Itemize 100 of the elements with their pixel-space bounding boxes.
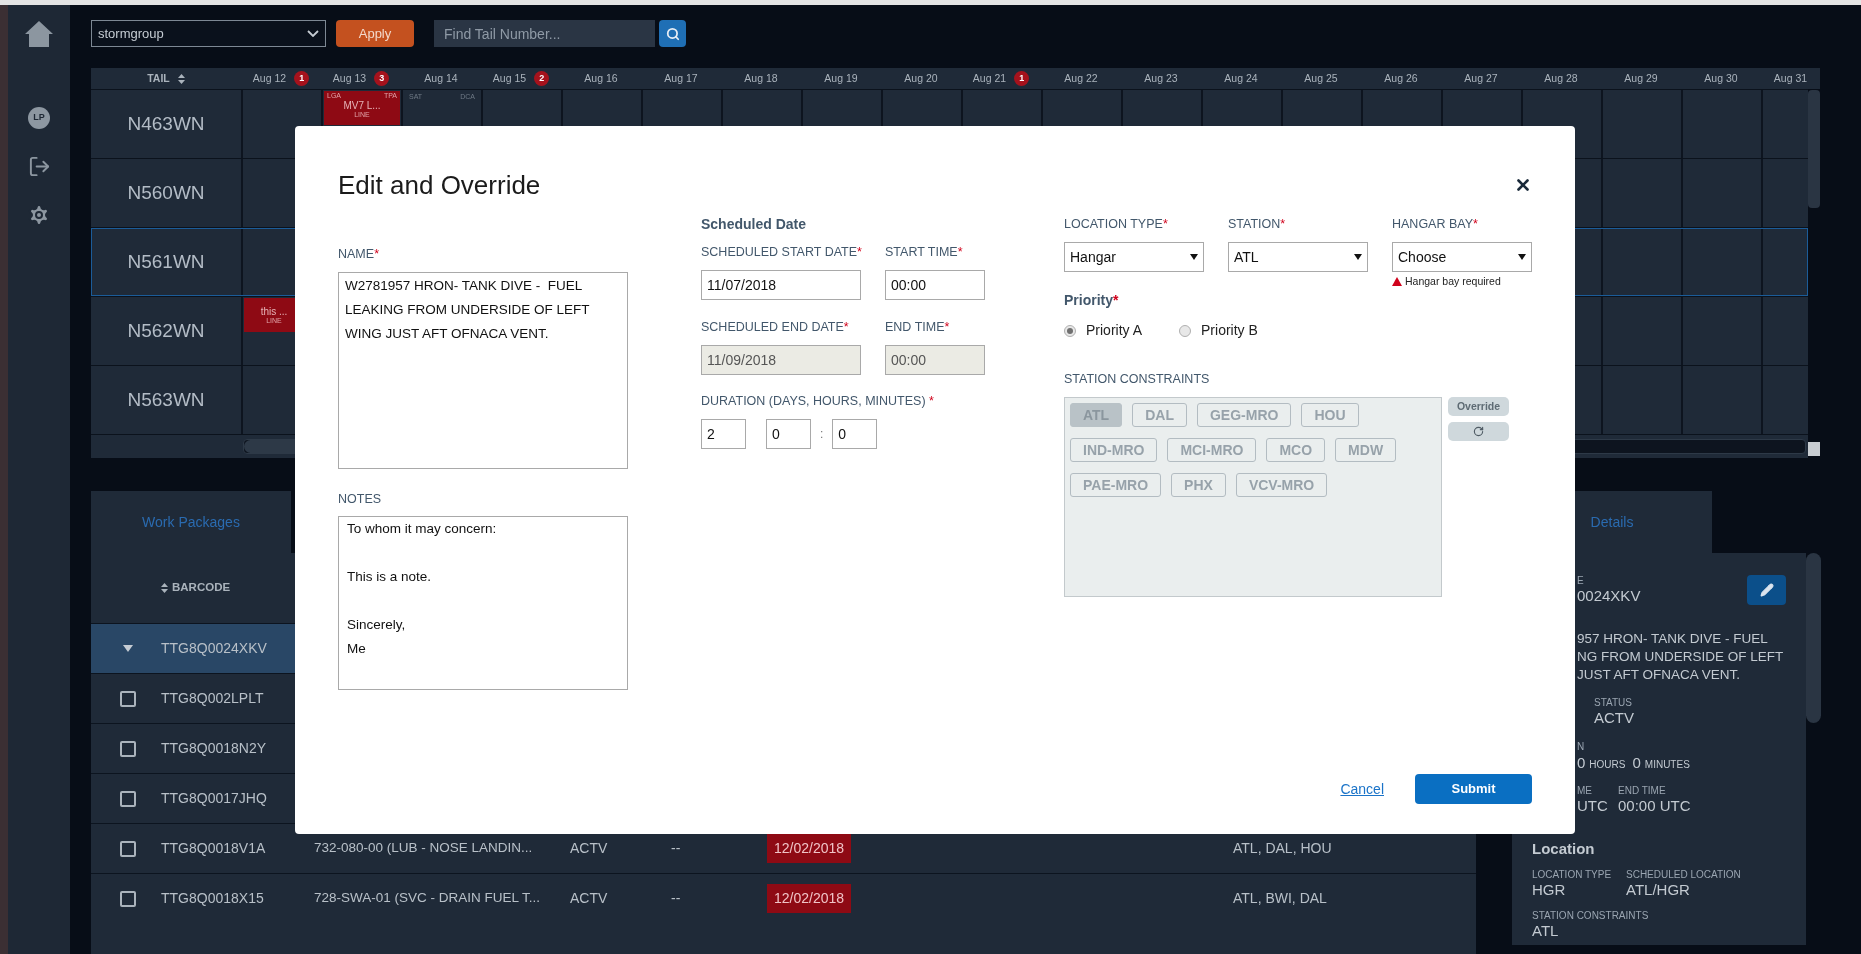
select-dropdown[interactable]: Hangar (1064, 242, 1204, 272)
day-label: Aug 22 (1064, 70, 1098, 86)
radio-button[interactable] (1179, 324, 1191, 337)
field-label: END TIME* (885, 319, 951, 335)
day-label: Aug 31 (1773, 70, 1808, 86)
day-label: Aug 26 (1384, 70, 1418, 86)
submit-button[interactable]: Submit (1415, 774, 1532, 804)
field-label: DURATION (DAYS, HOURS, MINUTES) * (701, 393, 935, 409)
logout-icon[interactable] (27, 155, 51, 178)
count-badge: 1 (294, 71, 310, 86)
close-icon[interactable] (1514, 176, 1532, 194)
count-badge: 2 (534, 71, 550, 86)
checkbox[interactable] (120, 840, 136, 857)
field-label: END TIME (1618, 785, 1667, 797)
field-label: SCHEDULED START DATE* (701, 244, 861, 260)
field-value: ATL/HGR (1626, 881, 1691, 899)
field-label: SCHEDULED END DATE* (701, 319, 850, 335)
event-title: this ... (260, 305, 288, 317)
radio-button[interactable] (1064, 324, 1076, 337)
table-cell-text: ATL, BWI, DAL (1233, 889, 1327, 908)
input-field[interactable]: 2 (701, 419, 746, 449)
table-cell-text: 728-SWA-01 (SVC - DRAIN FUEL T... (314, 889, 542, 908)
day-label: Aug 28 (1544, 70, 1578, 86)
day-label: Aug 27 (1464, 70, 1498, 86)
home-icon[interactable] (24, 20, 54, 48)
description-text: NG FROM UNDERSIDE OF LEFT (1577, 648, 1784, 666)
table-cell-text: ACTV (570, 889, 609, 908)
field-label: START TIME* (885, 244, 964, 260)
input-field[interactable]: 0 (766, 419, 811, 449)
group-dropdown[interactable]: stormgroup (91, 20, 326, 47)
apply-button[interactable]: Apply (336, 20, 414, 47)
search-icon (665, 26, 680, 41)
day-label: Aug 25 (1304, 70, 1338, 86)
field-value: 00:00 UTC (1618, 797, 1691, 815)
input-field[interactable]: 0 (832, 419, 878, 449)
dialog-title: Edit and Override (338, 170, 541, 202)
day-label: Aug 21 (972, 70, 1007, 86)
tail-number: N561WN (127, 249, 205, 274)
caret-icon (1354, 254, 1362, 260)
field-label: N (1577, 741, 1586, 753)
table-cell-text: TTG8Q0018N2Y (161, 739, 268, 758)
field-value: 0024XKV (1577, 587, 1641, 605)
scrollbar-corner (1808, 442, 1820, 456)
field-label: STATUS (1594, 697, 1633, 709)
select-dropdown[interactable]: ATL (1228, 242, 1368, 272)
avatar[interactable]: LP (28, 107, 50, 129)
field-label: LOCATION TYPE (1532, 869, 1613, 881)
radio-label: Priority B (1201, 321, 1258, 340)
date-badge: 12/02/2018 (767, 884, 852, 913)
caret-icon[interactable] (123, 645, 133, 652)
cancel-link[interactable]: Cancel (1340, 778, 1384, 800)
table-cell-text: -- (671, 889, 682, 908)
edit-button[interactable] (1747, 575, 1786, 605)
input-field[interactable]: 11/07/2018 (701, 270, 861, 300)
table-cell-text: TTG8Q0018X15 (161, 889, 265, 908)
name-field[interactable]: W2781957 HRON- TANK DIVE - FUEL LEAKING FROM UNDERSIDE OF LEFT WING JUST AFT OFNACA VENT. (338, 272, 628, 469)
caret-icon (1190, 254, 1198, 260)
notes-field[interactable]: To whom it may concern: This is a note. Sincerely, Me (338, 516, 628, 690)
error-message: Hangar bay required (1405, 274, 1501, 288)
date-badge: 12/02/2018 (767, 834, 852, 863)
field-value: 0 HOURS (1577, 753, 1626, 773)
field-label: LOCATION TYPE* (1064, 216, 1169, 232)
table-cell-text: ATL, DAL, HOU (1233, 839, 1332, 858)
table-cell-text: ACTV (570, 839, 609, 858)
field-label: SCHEDULED LOCATION (1626, 869, 1741, 881)
day-label: Aug 20 (904, 70, 938, 86)
scrollbar-thumb[interactable] (1806, 553, 1821, 723)
table-cell-text: TTG8Q0017JHQ (161, 789, 268, 808)
day-label: Aug 23 (1144, 70, 1178, 86)
checkbox[interactable] (120, 690, 136, 707)
caret-icon (1518, 254, 1526, 260)
tail-number: N560WN (127, 180, 205, 205)
description-text: 957 HRON- TANK DIVE - FUEL (1577, 630, 1768, 648)
table-cell-text: TTG8Q0024XKV (161, 639, 268, 658)
radio-label: Priority A (1086, 321, 1142, 340)
override-button[interactable]: Override (1448, 397, 1509, 416)
day-label: Aug 12 (252, 70, 287, 86)
checkbox[interactable] (120, 790, 136, 807)
table-row[interactable]: TTG8Q0018X15 728-SWA-01 (SVC - DRAIN FUEL T... ACTV -- 12/02/2018 ATL, BWI, DAL (91, 873, 1476, 923)
field-label: NOTES (338, 491, 383, 507)
refresh-button[interactable] (1448, 422, 1509, 441)
search-button[interactable] (659, 20, 686, 47)
refresh-icon (1473, 426, 1484, 437)
tail-number: N563WN (127, 387, 205, 412)
sort-icon[interactable] (161, 583, 168, 593)
field-value: ACTV (1594, 709, 1635, 727)
table-cell-text: TTG8Q0018V1A (161, 839, 267, 858)
select-dropdown[interactable]: Choose (1392, 242, 1532, 272)
checkbox[interactable] (120, 890, 136, 907)
search-field[interactable]: Find Tail Number... (434, 20, 655, 47)
field-label: E (1577, 575, 1585, 587)
chevron-icon (307, 30, 319, 37)
sort-icon[interactable] (177, 73, 185, 84)
field-label: ME (1577, 785, 1593, 797)
warning-icon (1392, 276, 1402, 286)
checkbox[interactable] (120, 740, 136, 757)
column-header: TAIL (147, 70, 170, 86)
input-field[interactable]: 00:00 (885, 270, 985, 300)
scrollbar-thumb[interactable] (1808, 90, 1820, 208)
table-cell-text: 732-080-00 (LUB - NOSE LANDIN... (314, 839, 534, 858)
